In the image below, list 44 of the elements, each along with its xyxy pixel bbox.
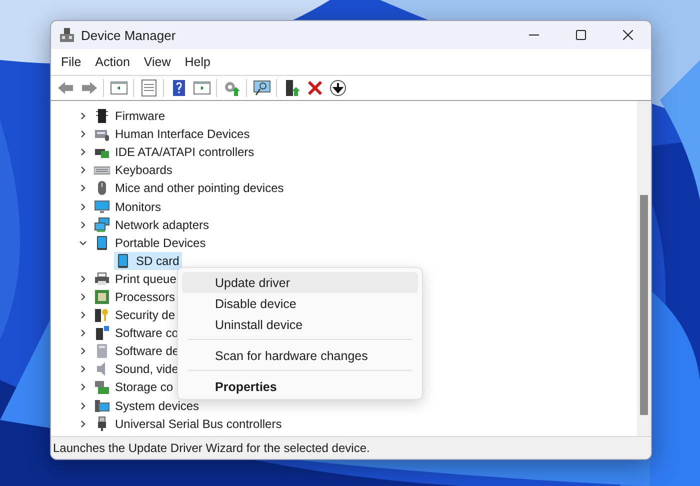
computer-icon — [94, 398, 110, 414]
tree-item[interactable]: Storage co — [93, 378, 176, 396]
tree-item[interactable]: SD card — [114, 252, 182, 270]
tree-item[interactable]: Security de — [93, 306, 178, 324]
menu-item[interactable]: File — [55, 53, 88, 71]
menu-item[interactable]: Action — [89, 53, 136, 71]
tree-item[interactable]: Portable Devices — [93, 234, 209, 252]
tree-item[interactable]: Human Interface Devices — [93, 125, 253, 144]
tree-item[interactable]: Keyboards — [93, 161, 176, 180]
tree-item[interactable]: Print queue — [93, 270, 180, 288]
status-text: Launches the Update Driver Wizard for the selected device. — [53, 441, 370, 455]
computer-icon — [94, 325, 110, 342]
tree-item[interactable]: Sound, vide — [93, 360, 182, 378]
maximize-icon — [576, 30, 586, 40]
menu-item[interactable]: Scan for hardware changes — [182, 345, 418, 366]
chip-icon — [94, 108, 110, 124]
menu-item[interactable]: Disable device — [182, 293, 418, 314]
computer-icon — [94, 343, 110, 360]
window-title: Device Manager — [81, 28, 177, 42]
device-manager-icon — [59, 27, 75, 43]
tree-item[interactable]: Firmware — [93, 107, 168, 126]
network-icon — [94, 216, 110, 233]
arrow-left-icon — [56, 79, 74, 97]
phone-icon — [115, 252, 131, 269]
tree-item[interactable]: Monitors — [93, 198, 164, 216]
arrow-right-icon — [80, 79, 98, 97]
close-icon — [622, 30, 632, 40]
tree-item[interactable]: Universal Serial Bus controllers — [93, 414, 285, 433]
phone-icon — [94, 234, 110, 251]
menu-item[interactable]: Help — [178, 53, 216, 71]
scrollbar[interactable] — [637, 101, 651, 436]
menu-item[interactable]: View — [138, 53, 177, 71]
menu-item[interactable]: Uninstall device — [182, 314, 418, 335]
tree-item[interactable]: Processors — [93, 288, 178, 306]
menu-item[interactable]: Update driver — [182, 272, 418, 293]
monitor-icon — [94, 198, 110, 215]
key-icon — [94, 307, 110, 324]
printer-icon — [94, 270, 110, 287]
tree-item[interactable]: Mice and other pointing devices — [93, 179, 287, 198]
tree-item[interactable]: System devices — [93, 396, 202, 415]
processor-icon — [94, 288, 110, 305]
tree-item[interactable]: Network adapters — [93, 216, 212, 234]
tree-item[interactable]: IDE ATA/ATAPI controllers — [93, 143, 258, 162]
menu-item[interactable]: Properties — [182, 376, 418, 397]
